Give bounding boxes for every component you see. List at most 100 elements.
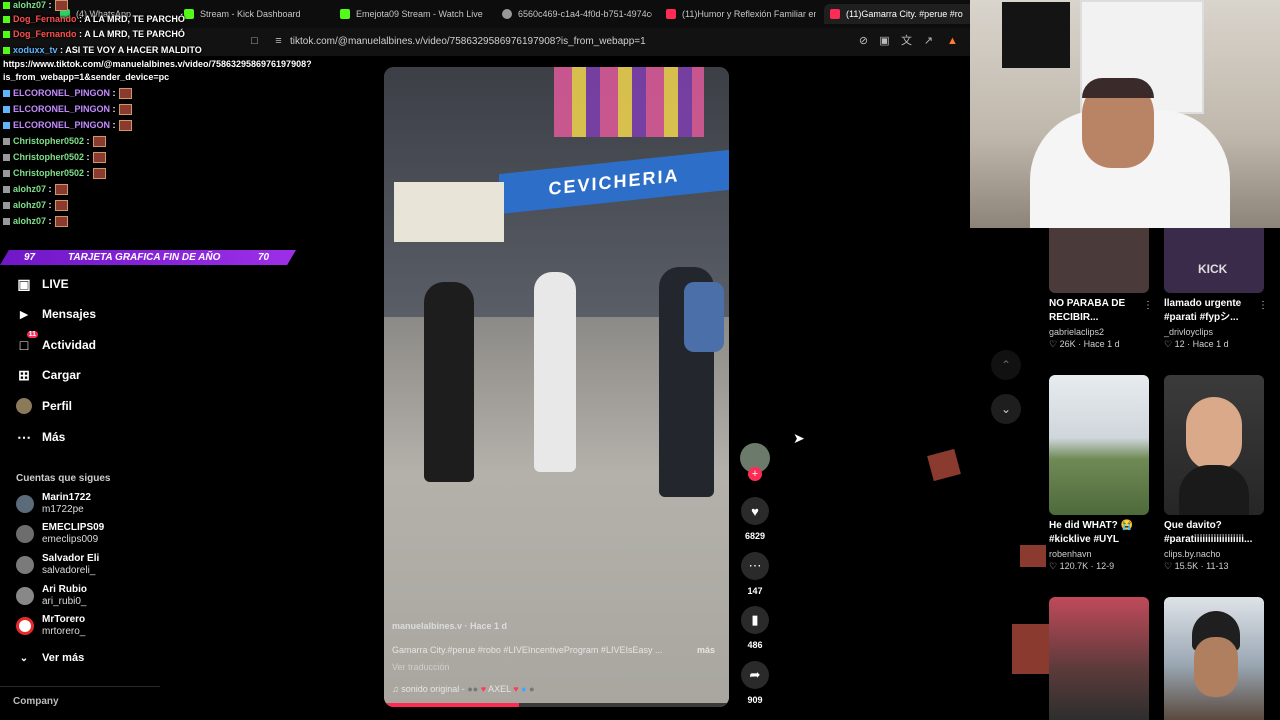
chat-message: Christopher0502 :: [3, 168, 106, 180]
badge-icon: [3, 31, 10, 39]
more-options-icon[interactable]: ⋮: [1258, 300, 1268, 311]
cast-icon[interactable]: ▣: [878, 35, 891, 48]
bookmark-icon: ▮: [741, 606, 769, 634]
caption-more-button[interactable]: más: [697, 645, 715, 655]
goal-left-value: 97: [24, 252, 36, 263]
activity-icon: □ 11: [19, 331, 38, 353]
company-link[interactable]: Company: [13, 696, 59, 707]
chat-message: alohz07 :: [3, 0, 68, 12]
comment-icon: ⋯: [741, 552, 769, 580]
tiktok-icon: [666, 9, 676, 19]
sound-emoji-icon: ♥: [513, 684, 519, 694]
chat-message: Christopher0502 :: [3, 152, 106, 164]
translate-icon[interactable]: 文: [900, 35, 913, 48]
chat-message: Christopher0502 :: [3, 136, 106, 148]
sidebar-item-upload[interactable]: ⊞ Cargar: [16, 367, 81, 383]
video-author[interactable]: manuelalbines.v · Hace 1 d: [392, 621, 507, 631]
following-item[interactable]: EMECLIPS09 emeclips009: [16, 522, 104, 546]
badge-icon: [3, 186, 10, 194]
badge-icon: [3, 47, 10, 55]
sound-emoji-icon: ●: [521, 684, 527, 694]
video-card[interactable]: He did WHAT? 😭 #kicklive #UYL robenhavn …: [1049, 375, 1149, 572]
kick-watermark: KICK: [1198, 262, 1228, 276]
person-figure: [534, 272, 576, 472]
chat-message: alohz07 :: [3, 216, 68, 228]
share-button[interactable]: ➦ 909: [740, 661, 770, 705]
like-button[interactable]: ♥ 6829: [740, 497, 770, 541]
video-card-author: robenhavn: [1049, 549, 1092, 559]
person-hair: [1082, 78, 1154, 98]
video-player[interactable]: CEVICHERIA manuelalbines.v · Hace 1 d Ga…: [384, 67, 729, 707]
following-item[interactable]: Ari Rubio ari_rubi0_: [16, 584, 87, 608]
emote-icon: [92, 136, 106, 148]
emote-icon: [92, 152, 106, 164]
follow-plus-icon[interactable]: +: [748, 467, 762, 481]
next-video-button[interactable]: ⌄: [991, 394, 1021, 424]
like-count: 6829: [744, 531, 766, 541]
comment-count: 147: [747, 586, 763, 596]
heart-outline-icon: ♡: [1164, 339, 1173, 349]
block-icon[interactable]: ⊘: [857, 35, 870, 48]
share-icon[interactable]: ↗: [922, 35, 935, 48]
sidebar-item-profile[interactable]: Perfil: [16, 398, 72, 414]
chevron-up-icon: ⌃: [1000, 358, 1012, 372]
sound-info[interactable]: ♫ sonido original - ●● ♥ AXEL ♥ ● ●: [392, 684, 535, 694]
chat-link[interactable]: is_from_webapp=1&sender_device=pc: [3, 72, 169, 82]
avatar: [16, 495, 34, 513]
divider: [0, 686, 160, 687]
chat-message: Dog_Fernando : A LA MRD, TE PARCHÓ: [3, 29, 185, 39]
tiktok-icon: [830, 9, 840, 19]
following-item[interactable]: Marin1722 m1722pe: [16, 492, 91, 516]
sound-emoji-icon: ♥: [480, 684, 487, 694]
see-more-button[interactable]: ⌄ Ver más: [16, 650, 84, 666]
previous-video-button[interactable]: ⌃: [991, 350, 1021, 380]
goal-label: TARJETA GRAFICA FIN DE AÑO: [68, 252, 221, 263]
chevron-down-icon: ⌄: [1000, 402, 1012, 416]
heart-icon: ♥: [741, 497, 769, 525]
badge-icon: [3, 218, 10, 226]
more-options-icon[interactable]: ⋮: [1143, 300, 1153, 311]
wall-tv: [1002, 2, 1070, 68]
video-card[interactable]: KICK llamado urgente #parati #fypシ... _d…: [1164, 228, 1268, 350]
share-arrow-icon: ➦: [741, 661, 769, 689]
following-item[interactable]: MrTorero mrtorero_: [16, 614, 85, 638]
video-card-author: _drivloyclips: [1164, 327, 1214, 337]
tab-tiktok-gamarra[interactable]: (11)Gamarra City. #perue #ro: [824, 4, 976, 24]
video-progress-fill: [384, 703, 519, 707]
sidebar-item-activity[interactable]: □ 11 Actividad: [16, 331, 96, 353]
thumbnail-face: [1186, 397, 1242, 471]
tab-uuid[interactable]: 6560c469-c1a4-4f0d-b751-4974cc9: [502, 4, 652, 24]
sidebar-item-live[interactable]: ▣ LIVE: [16, 275, 68, 292]
save-button[interactable]: ▮ 486: [740, 606, 770, 650]
video-card[interactable]: NO PARABA DE RECIBIR... gabrielaclips2 ♡…: [1049, 228, 1153, 350]
avatar: [16, 587, 34, 605]
video-progress-track[interactable]: [384, 703, 729, 707]
emote-icon: [118, 120, 132, 132]
url-field[interactable]: tiktok.com/@manuelalbines.v/video/758632…: [290, 36, 646, 47]
video-card[interactable]: [1049, 597, 1149, 720]
sidebar-item-more[interactable]: ⋯ Más: [16, 429, 65, 445]
tab-kick-stream[interactable]: Emejota09 Stream - Watch Live on K: [340, 4, 485, 24]
video-card[interactable]: Que davito? #paratiiiiiiiiiiiiiiiiii... …: [1164, 375, 1264, 572]
creator-avatar[interactable]: +: [740, 443, 770, 481]
video-card[interactable]: [1164, 597, 1264, 720]
video-card-title: Que davito? #paratiiiiiiiiiiiiiiiiii...: [1164, 520, 1253, 545]
chat-message: alohz07 :: [3, 184, 68, 196]
sidebar-item-messages[interactable]: ► Mensajes: [16, 306, 96, 322]
translate-link[interactable]: Ver traducción: [392, 662, 450, 672]
avatar: [16, 617, 34, 635]
heart-outline-icon: ♡: [1049, 339, 1058, 349]
badge-icon: [3, 154, 10, 162]
following-item[interactable]: Salvador Eli salvadoreli_: [16, 553, 99, 577]
music-note-icon: ♫: [392, 684, 399, 694]
badge-icon: [3, 138, 10, 146]
video-card-stats: ♡ 12 · Hace 1 d: [1164, 339, 1229, 349]
avatar: [16, 556, 34, 574]
tab-tiktok-humor[interactable]: (11)Humor y Reflexión Familiar en Ba: [666, 4, 816, 24]
live-icon: ▣: [17, 275, 31, 292]
share-count: 909: [747, 695, 763, 705]
comment-button[interactable]: ⋯ 147: [740, 552, 770, 596]
chevron-down-icon: ⌄: [19, 652, 29, 664]
brave-icon[interactable]: ▲: [946, 35, 959, 48]
chat-link[interactable]: https://www.tiktok.com/@manuelalbines.v/…: [3, 59, 312, 69]
